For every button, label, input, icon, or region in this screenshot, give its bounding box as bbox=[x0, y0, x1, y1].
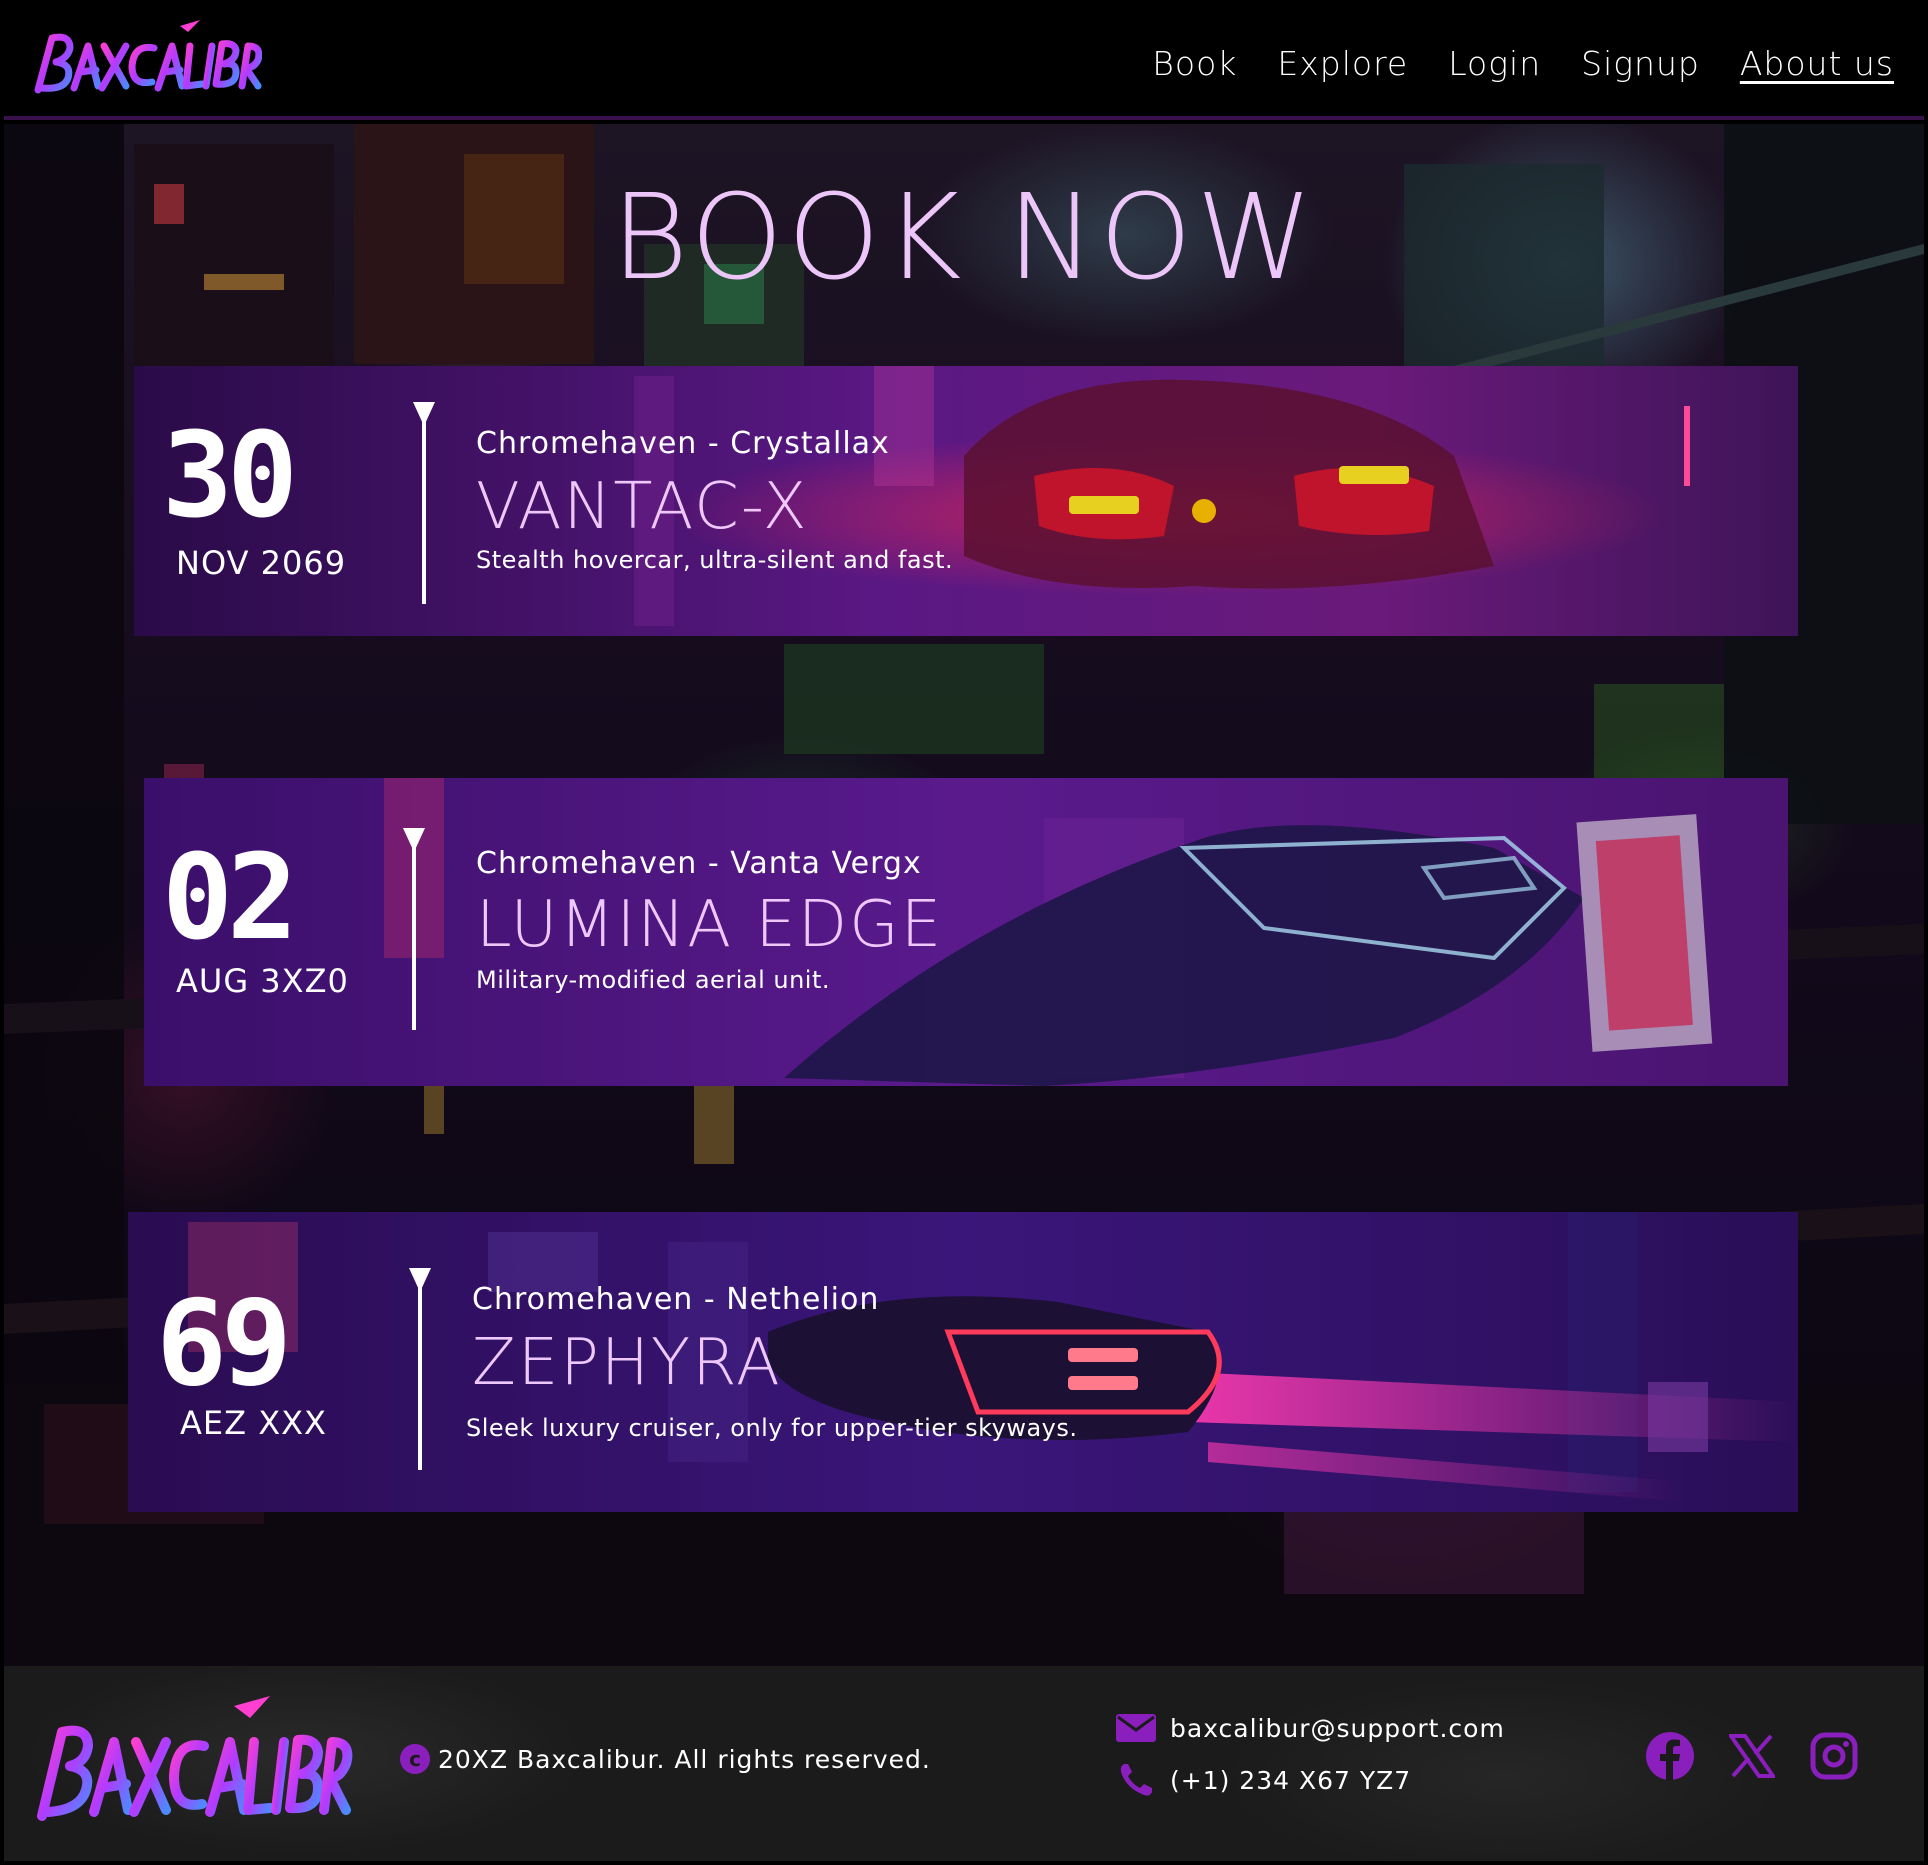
booking-description: Stealth hovercar, ultra-silent and fast. bbox=[476, 546, 954, 574]
booking-day: 02 bbox=[162, 828, 298, 966]
booking-month-year: AEZ XXX bbox=[180, 1404, 327, 1442]
card-divider bbox=[409, 1268, 431, 1470]
contact-email[interactable]: baxcalibur@support.com bbox=[1114, 1702, 1505, 1754]
booking-model[interactable]: LUMINA EDGE bbox=[476, 888, 943, 962]
nav-login[interactable]: Login bbox=[1448, 44, 1541, 83]
booking-route: Chromehaven - Nethelion bbox=[472, 1282, 880, 1317]
contact-info: baxcalibur@support.com (+1) 234 X67 YZ7 bbox=[1114, 1702, 1505, 1806]
phone-icon bbox=[1114, 1758, 1158, 1802]
booking-route: Chromehaven - Vanta Vergx bbox=[476, 846, 922, 881]
page-title: BOOK NOW bbox=[611, 168, 1317, 306]
nav-about-us[interactable]: About us bbox=[1740, 44, 1894, 83]
booking-model[interactable]: ZEPHYRA bbox=[472, 1326, 782, 1400]
booking-card-zephyra[interactable]: 69 AEZ XXX Chromehaven - Nethelion ZEPHY… bbox=[128, 1212, 1798, 1512]
booking-description: Sleek luxury cruiser, only for upper-tie… bbox=[466, 1414, 1078, 1442]
footer-brand-logo[interactable] bbox=[34, 1692, 354, 1842]
lumina-edge-vehicle-image bbox=[144, 778, 1788, 1086]
nav-book[interactable]: Book bbox=[1152, 44, 1237, 83]
booking-model[interactable]: VANTAC-X bbox=[476, 470, 809, 544]
hero-section: BOOK NOW 30 NOV 2069 Chromehaven - Cryst… bbox=[4, 124, 1924, 1666]
facebook-icon[interactable] bbox=[1644, 1730, 1696, 1782]
booking-card-vantac-x[interactable]: 30 NOV 2069 Chromehaven - Crystallax VAN… bbox=[134, 366, 1798, 636]
copyright-icon: c bbox=[400, 1744, 430, 1774]
card-divider bbox=[413, 402, 435, 604]
booking-month-year: NOV 2069 bbox=[176, 544, 347, 582]
contact-phone[interactable]: (+1) 234 X67 YZ7 bbox=[1114, 1754, 1505, 1806]
x-icon[interactable] bbox=[1726, 1730, 1778, 1782]
nav-explore[interactable]: Explore bbox=[1277, 44, 1408, 83]
instagram-icon[interactable] bbox=[1808, 1730, 1860, 1782]
social-links bbox=[1644, 1730, 1860, 1782]
booking-description: Military-modified aerial unit. bbox=[476, 966, 830, 994]
nav-signup[interactable]: Signup bbox=[1581, 44, 1700, 83]
mail-icon bbox=[1114, 1706, 1158, 1750]
brand-logo[interactable] bbox=[30, 16, 262, 106]
main-nav: Book Explore Login Signup About us bbox=[1152, 44, 1894, 83]
booking-day: 69 bbox=[156, 1274, 292, 1412]
booking-month-year: AUG 3XZ0 bbox=[176, 962, 349, 1000]
header: Book Explore Login Signup About us bbox=[4, 0, 1924, 120]
copyright: c 20XZ Baxcalibur. All rights reserved. bbox=[400, 1744, 931, 1774]
footer: c 20XZ Baxcalibur. All rights reserved. … bbox=[4, 1666, 1924, 1861]
copyright-text: 20XZ Baxcalibur. All rights reserved. bbox=[438, 1744, 931, 1774]
booking-card-lumina-edge[interactable]: 02 AUG 3XZ0 Chromehaven - Vanta Vergx LU… bbox=[144, 778, 1788, 1086]
booking-day: 30 bbox=[162, 406, 298, 544]
booking-route: Chromehaven - Crystallax bbox=[476, 426, 890, 461]
card-divider bbox=[403, 828, 425, 1030]
zephyra-vehicle-image bbox=[128, 1212, 1798, 1512]
phone-text[interactable]: (+1) 234 X67 YZ7 bbox=[1170, 1766, 1411, 1795]
vantac-x-vehicle-image bbox=[134, 366, 1798, 636]
page: Book Explore Login Signup About us BOOK … bbox=[0, 0, 1928, 1865]
email-text[interactable]: baxcalibur@support.com bbox=[1170, 1714, 1505, 1743]
